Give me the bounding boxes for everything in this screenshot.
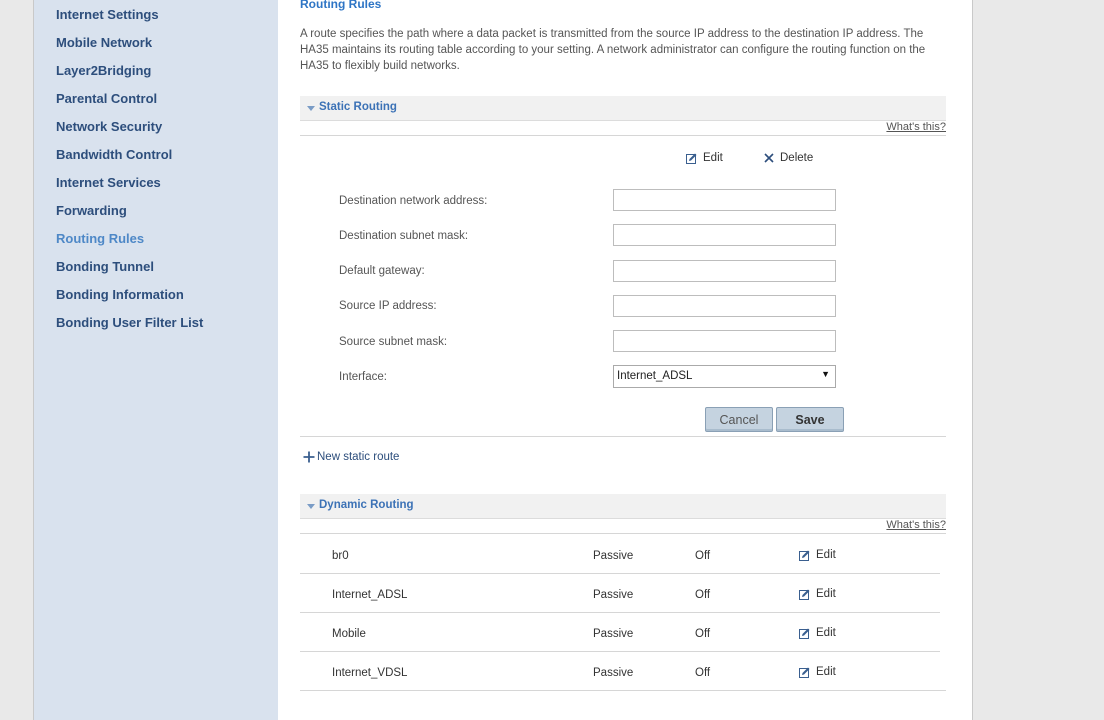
routing-state: Off [695, 667, 711, 679]
dest-address-label: Destination network address: [339, 195, 488, 207]
page-title: Routing Rules [300, 0, 382, 11]
router-web-frame: Internet Settings Mobile Network Layer2B… [33, 0, 973, 720]
cancel-button[interactable]: Cancel [705, 407, 773, 432]
static-edit-label: Edit [703, 152, 723, 164]
interface-name: Internet_ADSL [332, 589, 408, 601]
edit-icon [799, 667, 810, 678]
row-edit-button[interactable]: Edit [799, 549, 836, 561]
gateway-label: Default gateway: [339, 265, 425, 277]
new-static-route-label: New static route [317, 451, 400, 463]
dest-mask-input[interactable] [613, 224, 836, 246]
routing-mode: Passive [593, 589, 634, 601]
dropdown-arrow-icon: ▼ [821, 369, 830, 379]
close-icon [764, 153, 774, 163]
interface-name: Mobile [332, 628, 366, 640]
collapse-triangle-icon [307, 106, 315, 111]
sidebar-item-forwarding[interactable]: Forwarding [56, 203, 127, 219]
row-edit-button[interactable]: Edit [799, 627, 836, 639]
edit-icon [799, 550, 810, 561]
dest-address-input[interactable] [613, 189, 836, 211]
page-intro: A route specifies the path where a data … [300, 28, 926, 72]
table-row: br0 Passive Off Edit [300, 534, 940, 574]
interface-select-value: Internet_ADSL [617, 370, 693, 382]
static-routing-whats-this-link[interactable]: What's this? [886, 121, 946, 133]
sidebar-item-parental-control[interactable]: Parental Control [56, 91, 157, 107]
dest-mask-label: Destination subnet mask: [339, 230, 469, 242]
new-static-route-link[interactable]: New static route [302, 450, 399, 464]
edit-icon [686, 153, 697, 164]
source-mask-label: Source subnet mask: [339, 336, 448, 348]
row-edit-button[interactable]: Edit [799, 666, 836, 678]
divider [300, 436, 946, 437]
row-edit-label: Edit [816, 627, 836, 639]
row-edit-label: Edit [816, 588, 836, 600]
row-edit-label: Edit [816, 666, 836, 678]
dynamic-routing-title: Dynamic Routing [319, 499, 414, 511]
sidebar-item-internet-settings[interactable]: Internet Settings [56, 7, 159, 23]
static-delete-button[interactable]: Delete [764, 152, 813, 164]
routing-state: Off [695, 589, 711, 601]
interface-select[interactable]: Internet_ADSL ▼ [613, 365, 836, 388]
plus-icon [303, 451, 315, 463]
sidebar-item-layer2bridging[interactable]: Layer2Bridging [56, 63, 151, 79]
sidebar-item-internet-services[interactable]: Internet Services [56, 175, 161, 191]
row-edit-label: Edit [816, 549, 836, 561]
source-mask-input[interactable] [613, 330, 836, 352]
interface-name: Internet_VDSL [332, 667, 408, 679]
edit-icon [799, 589, 810, 600]
routing-mode: Passive [593, 667, 634, 679]
sidebar-item-routing-rules[interactable]: Routing Rules [56, 231, 144, 247]
static-edit-button[interactable]: Edit [686, 152, 723, 164]
table-row: Internet_VDSL Passive Off Edit [300, 651, 946, 691]
sidebar-item-bandwidth-control[interactable]: Bandwidth Control [56, 147, 172, 163]
collapse-triangle-icon [307, 504, 315, 509]
routing-state: Off [695, 628, 711, 640]
save-button[interactable]: Save [776, 407, 844, 432]
static-routing-header[interactable]: Static Routing [300, 96, 946, 121]
source-ip-label: Source IP address: [339, 300, 437, 312]
row-edit-button[interactable]: Edit [799, 588, 836, 600]
sidebar-item-network-security[interactable]: Network Security [56, 119, 162, 135]
table-row: Mobile Passive Off Edit [300, 612, 940, 652]
routing-state: Off [695, 550, 711, 562]
sidebar-item-bonding-user-filter-list[interactable]: Bonding User Filter List [56, 315, 203, 331]
static-delete-label: Delete [780, 152, 814, 164]
dynamic-routing-header[interactable]: Dynamic Routing [300, 494, 946, 519]
table-row: Internet_ADSL Passive Off Edit [300, 573, 940, 613]
gateway-input[interactable] [613, 260, 836, 282]
static-routing-title: Static Routing [319, 101, 397, 113]
sidebar-item-bonding-tunnel[interactable]: Bonding Tunnel [56, 259, 154, 275]
sidebar-item-mobile-network[interactable]: Mobile Network [56, 35, 152, 51]
divider [300, 135, 946, 136]
main-content: Routing Rules A route specifies the path… [279, 0, 971, 720]
edit-icon [799, 628, 810, 639]
sidebar-item-bonding-information[interactable]: Bonding Information [56, 287, 184, 303]
routing-mode: Passive [593, 550, 634, 562]
source-ip-input[interactable] [613, 295, 836, 317]
routing-mode: Passive [593, 628, 634, 640]
interface-name: br0 [332, 550, 349, 562]
sidebar: Internet Settings Mobile Network Layer2B… [34, 0, 278, 720]
dynamic-routing-whats-this-link[interactable]: What's this? [886, 519, 946, 531]
interface-label: Interface: [339, 371, 387, 383]
